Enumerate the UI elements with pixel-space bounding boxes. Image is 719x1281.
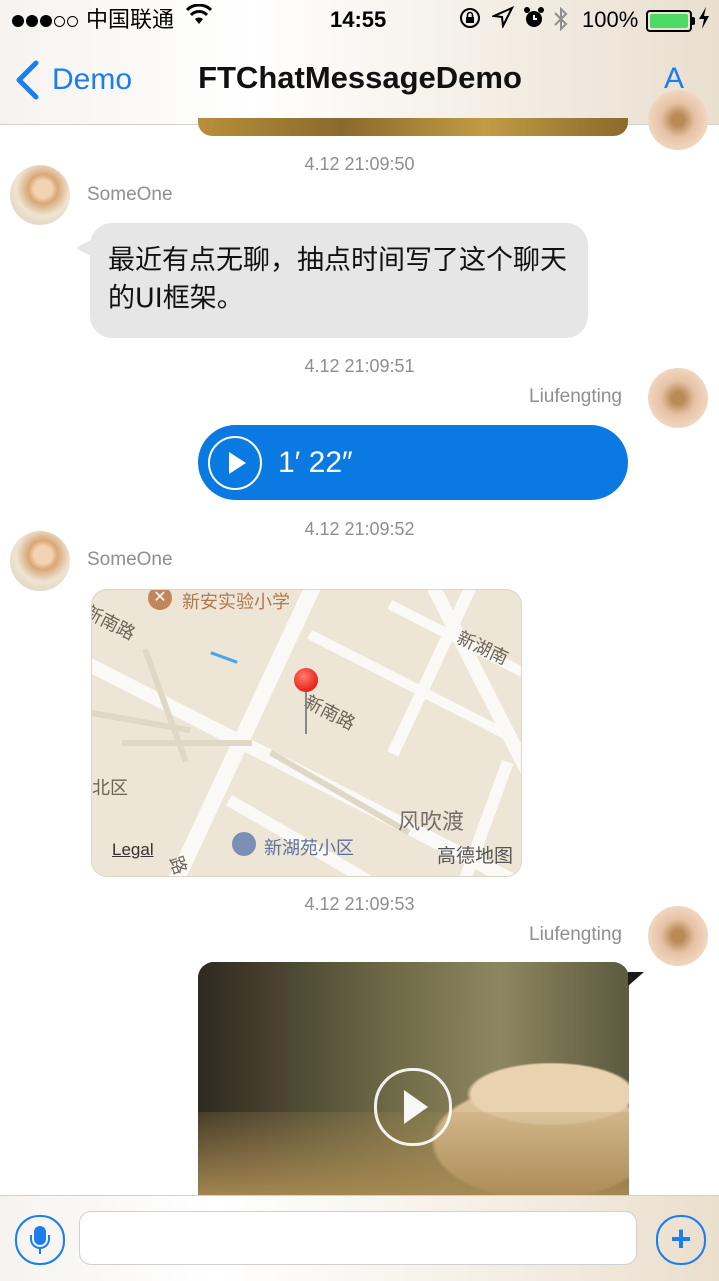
video-play-icon[interactable] — [374, 1068, 452, 1146]
map-label-road: 新湖南 — [453, 627, 512, 669]
map-road — [269, 750, 411, 836]
avatar[interactable] — [10, 165, 70, 225]
location-arrow-icon — [490, 5, 515, 35]
add-attachment-button[interactable]: + — [656, 1215, 706, 1265]
map-road — [422, 590, 521, 785]
wifi-icon — [185, 3, 213, 33]
voice-duration: 1′ 22″ — [278, 445, 353, 479]
map-label-area: 风吹渡 — [398, 809, 465, 834]
map-label-road: 路 — [165, 853, 191, 877]
location-map-message[interactable]: ✕ 新安实验小学 新南路 新南路 新湖南 北区 风吹渡 新湖苑小区 路 Lega… — [91, 589, 522, 877]
map-legal-link[interactable]: Legal — [112, 840, 154, 860]
map-label-community: 新湖苑小区 — [264, 838, 354, 858]
message-timestamp: 4.12 21:09:50 — [304, 154, 415, 174]
avatar[interactable] — [10, 531, 70, 591]
map-label-road: 新南路 — [301, 691, 359, 734]
bluetooth-icon — [552, 6, 570, 39]
sender-name: Liufengting — [529, 386, 622, 407]
sender-name: SomeOne — [87, 184, 173, 205]
map-pin-icon — [294, 668, 318, 692]
play-icon — [208, 435, 262, 490]
community-poi-icon — [232, 832, 256, 856]
microphone-button[interactable] — [15, 1215, 65, 1265]
message-timestamp: 4.12 21:09:52 — [304, 519, 415, 539]
battery-icon — [646, 10, 695, 32]
microphone-icon-stand — [39, 1248, 41, 1254]
message-text-input[interactable] — [79, 1211, 637, 1265]
carrier-label: 中国联通 — [86, 7, 175, 32]
map-label-road: 新南路 — [91, 601, 139, 644]
message-input-bar: + — [0, 1195, 719, 1281]
back-button[interactable]: Demo — [14, 58, 132, 102]
previous-image-message[interactable] — [198, 118, 628, 136]
alarm-icon — [522, 6, 546, 37]
battery-percentage: 100% — [582, 7, 639, 32]
page-title: FTChatMessageDemo — [198, 60, 522, 95]
message-timestamp: 4.12 21:09:51 — [304, 356, 415, 376]
map-label-district: 北区 — [92, 778, 128, 798]
clock-time: 14:55 — [330, 7, 387, 32]
orientation-lock-icon — [458, 6, 482, 37]
chevron-left-icon — [16, 60, 39, 100]
map-road — [122, 740, 252, 746]
voice-message-bubble[interactable]: 1′ 22″ — [198, 425, 628, 500]
avatar[interactable] — [648, 90, 708, 150]
microphone-icon-arc — [30, 1235, 50, 1249]
avatar[interactable] — [648, 906, 708, 966]
map-provider-logo: 高德地图 — [436, 846, 513, 867]
map-direction-arrow-icon — [210, 651, 238, 664]
back-button-label: Demo — [52, 63, 133, 96]
map-label-school: 新安实验小学 — [182, 592, 290, 612]
plus-icon: + — [670, 1218, 692, 1259]
sender-name: Liufengting — [529, 924, 622, 945]
message-timestamp: 4.12 21:09:53 — [304, 894, 415, 914]
video-message-thumbnail[interactable] — [198, 962, 629, 1202]
map-pin-stem — [305, 690, 307, 734]
charging-bolt-icon — [697, 6, 711, 37]
navigation-bar: 中国联通 14:55 100% Demo FTChatMessageDemo A — [0, 0, 719, 125]
avatar[interactable] — [648, 368, 708, 428]
text-message-bubble[interactable]: 最近有点无聊，抽点时间写了这个聊天的UI框架。 — [90, 223, 588, 338]
bubble-tail — [628, 972, 644, 986]
school-poi-icon: ✕ — [148, 590, 172, 610]
sender-name: SomeOne — [87, 549, 173, 570]
signal-strength-icon — [12, 6, 80, 34]
message-text: 最近有点无聊，抽点时间写了这个聊天的UI框架。 — [108, 245, 567, 314]
